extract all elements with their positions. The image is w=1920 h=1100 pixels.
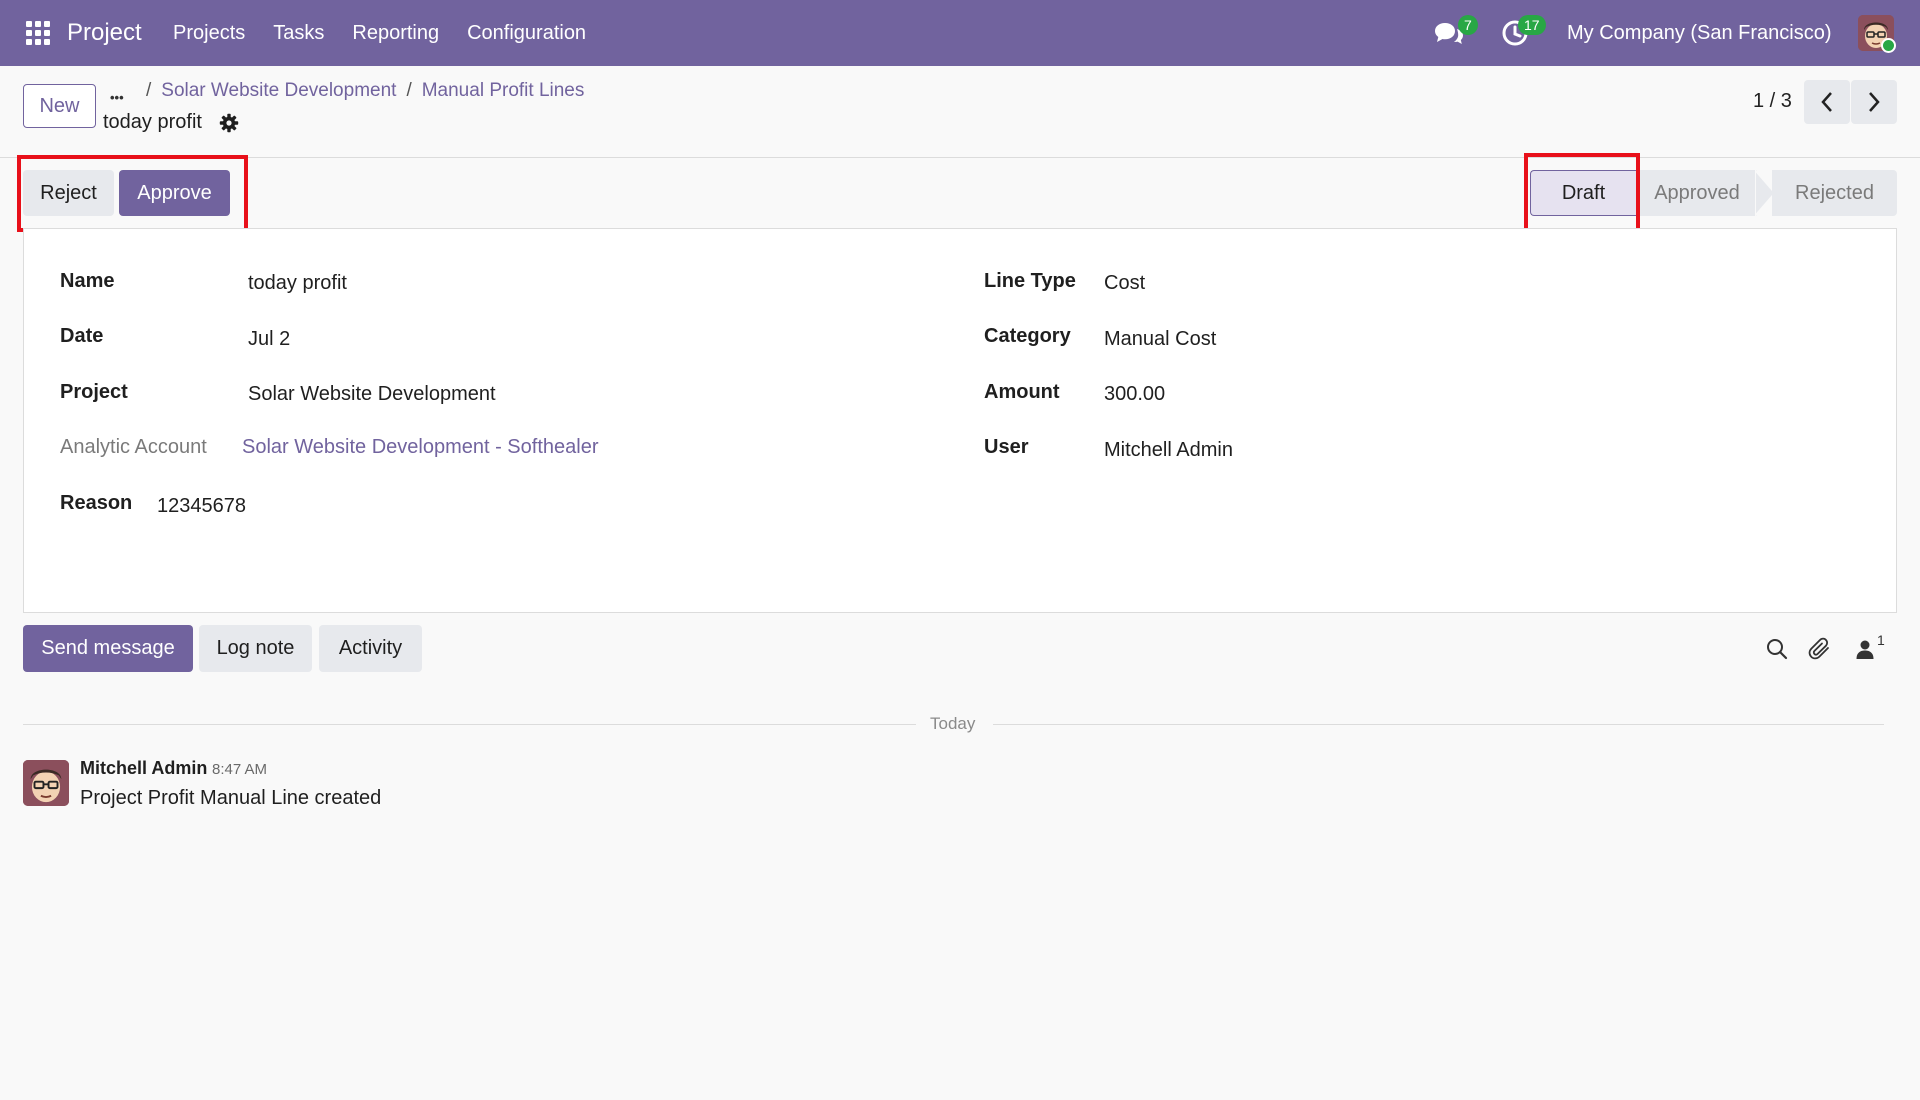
stage-draft[interactable]: Draft [1530,170,1636,216]
message-author-avatar[interactable] [23,760,69,806]
field-value-name[interactable]: today profit [248,272,347,295]
field-label-name: Name [60,270,115,292]
more-actions-icon[interactable]: ••• [110,90,124,105]
apps-grid-icon[interactable] [26,21,50,45]
field-label-user: User [984,436,1029,458]
paperclip-icon[interactable] [1808,637,1832,661]
field-value-date[interactable]: Jul 2 [248,328,290,351]
log-note-button[interactable]: Log note [199,625,312,672]
field-label-category: Category [984,325,1071,347]
field-value-project[interactable]: Solar Website Development [248,383,496,406]
top-navbar: Project Projects Tasks Reporting Configu… [0,0,1920,66]
gear-icon[interactable] [219,113,239,133]
menu-reporting[interactable]: Reporting [352,22,439,45]
field-label-amount: Amount [984,381,1060,403]
field-label-analytic-account: Analytic Account [60,436,207,458]
field-label-line-type: Line Type [984,270,1076,292]
menu-configuration[interactable]: Configuration [467,22,586,45]
field-label-reason: Reason [60,492,133,514]
field-value-analytic-account[interactable]: Solar Website Development - Softhealer [242,436,598,459]
message-time: 8:47 AM [212,761,268,778]
record-title: today profit [103,111,202,133]
approve-button[interactable]: Approve [119,170,230,216]
control-panel: New ••• / Solar Website Development / Manua… [0,66,1920,158]
new-button[interactable]: New [23,84,96,128]
search-icon[interactable] [1765,637,1789,661]
pager-next-button[interactable] [1851,80,1897,124]
date-separator: Today [930,714,976,733]
menu-projects[interactable]: Projects [173,22,245,45]
breadcrumb-manual-profit-lines[interactable]: Manual Profit Lines [422,80,585,101]
reject-button[interactable]: Reject [23,170,114,216]
field-value-line-type[interactable]: Cost [1104,272,1145,295]
pager-value[interactable]: 1 / 3 [1753,90,1792,113]
message-author[interactable]: Mitchell Admin [80,758,207,779]
stage-rejected[interactable]: Rejected [1772,170,1897,216]
date-divider-left [23,724,916,725]
menu-tasks[interactable]: Tasks [273,22,324,45]
activity-button[interactable]: Activity [319,625,422,672]
field-value-amount[interactable]: 300.00 [1104,383,1165,406]
messages-count-badge: 7 [1458,15,1478,35]
company-switcher[interactable]: My Company (San Francisco) [1567,22,1832,45]
breadcrumb-project[interactable]: Solar Website Development [161,80,396,101]
form-sheet: Name today profit Date Jul 2 Project Sol… [23,228,1897,613]
date-divider-right [993,724,1884,725]
followers-count: 1 [1877,632,1885,648]
field-label-project: Project [60,381,128,403]
breadcrumb-separator: / [146,80,152,101]
pager-previous-button[interactable] [1804,80,1850,124]
chevron-right-icon [1869,92,1880,112]
field-value-category[interactable]: Manual Cost [1104,328,1216,351]
message-body: Project Profit Manual Line created [80,787,382,809]
chevron-left-icon [1821,92,1832,112]
field-value-user[interactable]: Mitchell Admin [1104,439,1233,462]
main-menu: Projects Tasks Reporting Configuration [173,22,614,45]
field-value-reason[interactable]: 12345678 [157,495,246,518]
breadcrumb-separator: / [406,80,412,101]
online-status-dot [1881,38,1896,53]
stage-approved[interactable]: Approved [1637,170,1757,216]
breadcrumb: / Solar Website Development / Manual Profit… [146,80,584,102]
activities-count-badge: 17 [1518,15,1546,35]
followers-icon[interactable] [1853,637,1877,661]
field-label-date: Date [60,325,104,347]
send-message-button[interactable]: Send message [23,625,193,672]
app-brand[interactable]: Project [67,19,142,47]
